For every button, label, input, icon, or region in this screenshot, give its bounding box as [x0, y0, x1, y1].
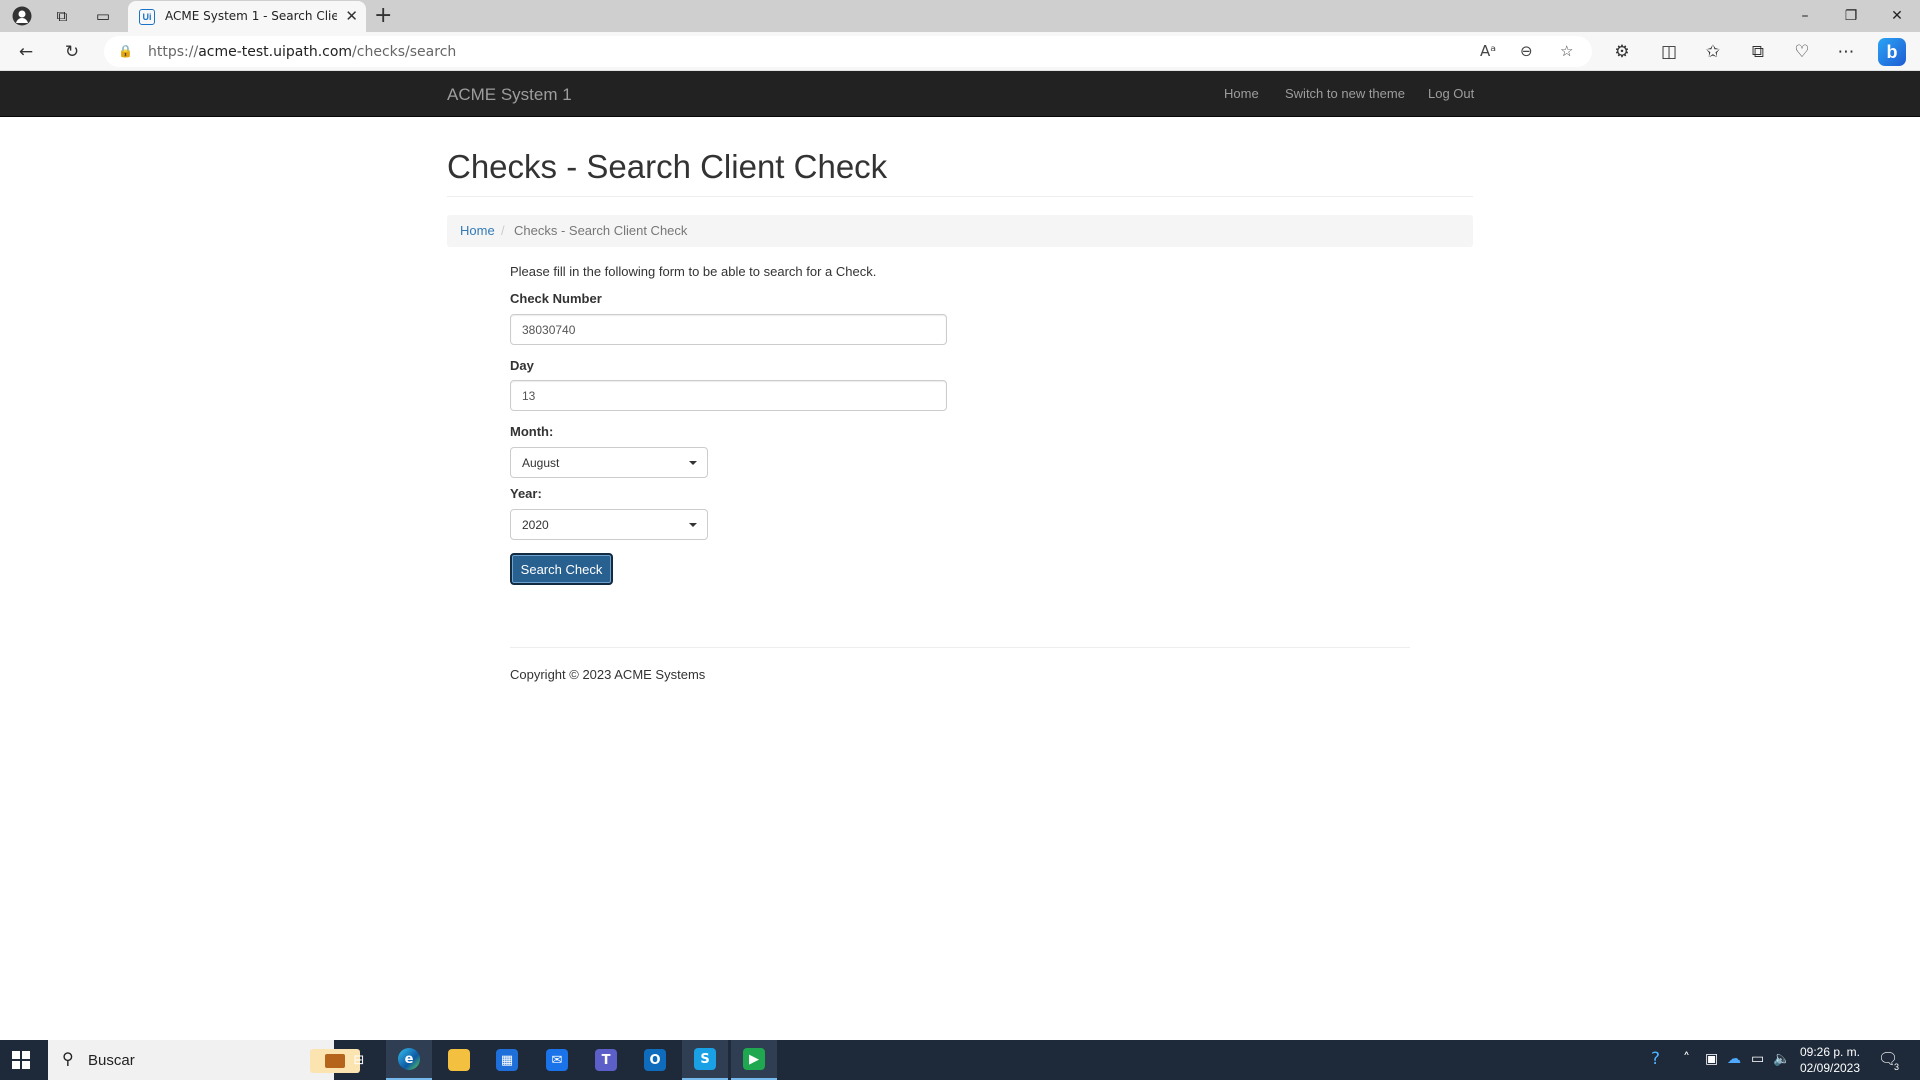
- nav-switch-theme-link[interactable]: Switch to new theme: [1285, 86, 1405, 101]
- tab-actions-icon[interactable]: ▭: [91, 5, 115, 27]
- task-view-icon[interactable]: ⊟: [336, 1040, 382, 1080]
- windows-start-icon[interactable]: [12, 1051, 30, 1069]
- page-title: Checks - Search Client Check: [447, 148, 888, 185]
- browser-essentials-icon[interactable]: ♡: [1790, 40, 1814, 64]
- footer-copyright: Copyright © 2023 ACME Systems: [510, 667, 706, 682]
- browser-tab-strip: ⧉ ▭ Ui ACME System 1 - Search Client Che…: [0, 0, 1920, 32]
- meet-now-icon[interactable]: ▣: [1705, 1051, 1718, 1067]
- profile-icon[interactable]: [10, 5, 34, 27]
- title-divider: [447, 196, 1473, 197]
- volume-icon[interactable]: 🔈: [1773, 1051, 1790, 1067]
- check-number-label: Check Number: [510, 291, 602, 306]
- back-icon[interactable]: ←: [14, 40, 38, 64]
- favorites-icon[interactable]: ✩: [1701, 40, 1725, 64]
- uipath-assistant-icon[interactable]: ▶: [731, 1040, 777, 1080]
- browser-toolbar: ← ↻ 🔒 https://acme-test.uipath.com/check…: [0, 32, 1920, 71]
- breadcrumb-separator: /: [501, 223, 505, 238]
- collections-icon[interactable]: ⧉: [1746, 40, 1770, 64]
- day-label: Day: [510, 358, 534, 373]
- new-tab-icon[interactable]: +: [374, 3, 392, 28]
- browser-tab-active[interactable]: Ui ACME System 1 - Search Client Check ✕: [128, 1, 366, 32]
- file-explorer-icon[interactable]: [436, 1040, 482, 1080]
- lock-icon[interactable]: 🔒: [118, 44, 133, 58]
- taskbar-clock[interactable]: 09:26 p. m. 02/09/2023: [1790, 1044, 1870, 1076]
- month-label: Month:: [510, 424, 554, 439]
- tab-title: ACME System 1 - Search Client Check: [165, 9, 337, 23]
- month-selected-value: August: [522, 456, 560, 470]
- help-icon[interactable]: ?: [1651, 1049, 1660, 1069]
- form-intro-text: Please fill in the following form to be …: [510, 264, 877, 279]
- onedrive-icon[interactable]: ☁: [1727, 1051, 1741, 1067]
- breadcrumb-home-link[interactable]: Home: [460, 223, 495, 238]
- chevron-up-icon[interactable]: ˄: [1683, 1051, 1690, 1067]
- brand-link[interactable]: ACME System 1: [447, 85, 572, 105]
- read-aloud-icon[interactable]: A͏ᵃ: [1480, 42, 1496, 60]
- month-select[interactable]: August: [510, 447, 708, 478]
- uipath-studio-icon[interactable]: S: [682, 1040, 728, 1080]
- more-icon[interactable]: ⋯: [1834, 40, 1858, 64]
- breadcrumb: Home / Checks - Search Client Check: [447, 215, 1473, 247]
- minimize-icon[interactable]: –: [1782, 4, 1828, 28]
- search-check-button[interactable]: Search Check: [510, 553, 613, 585]
- search-icon: ⚲: [62, 1049, 74, 1068]
- taskbar-search-box[interactable]: ⚲ Buscar: [48, 1040, 360, 1080]
- edge-icon[interactable]: e: [386, 1040, 432, 1080]
- bing-icon[interactable]: b: [1878, 38, 1906, 66]
- screen: ⧉ ▭ Ui ACME System 1 - Search Client Che…: [0, 0, 1920, 1080]
- clock-time: 09:26 p. m.: [1799, 1045, 1861, 1059]
- footer-divider: [510, 647, 1410, 648]
- windows-taskbar: ⚲ Buscar ⊟ e ▦ ✉ T O S ▶ ? ˄ ▣ ☁ ▭ 🔈 09:…: [0, 1040, 1920, 1080]
- year-select[interactable]: 2020: [510, 509, 708, 540]
- notification-count: 3: [1894, 1062, 1900, 1072]
- year-label: Year:: [510, 486, 542, 501]
- network-icon[interactable]: ▭: [1751, 1051, 1764, 1067]
- nav-logout-link[interactable]: Log Out: [1428, 86, 1474, 101]
- day-input[interactable]: [510, 380, 947, 411]
- split-screen-icon[interactable]: ◫: [1657, 40, 1681, 64]
- close-window-icon[interactable]: ✕: [1874, 4, 1920, 28]
- workspaces-icon[interactable]: ⧉: [50, 5, 74, 27]
- store-icon[interactable]: ▦: [484, 1040, 530, 1080]
- restore-icon[interactable]: ❐: [1828, 4, 1874, 28]
- favorite-star-icon[interactable]: ☆: [1560, 42, 1573, 60]
- year-selected-value: 2020: [522, 518, 549, 532]
- refresh-icon[interactable]: ↻: [60, 40, 84, 64]
- address-bar[interactable]: 🔒 https://acme-test.uipath.com/checks/se…: [104, 36, 1592, 67]
- taskbar-search-placeholder: Buscar: [88, 1052, 135, 1069]
- mail-icon[interactable]: ✉: [534, 1040, 580, 1080]
- teams-icon[interactable]: T: [583, 1040, 629, 1080]
- clock-date: 02/09/2023: [1799, 1061, 1861, 1075]
- extensions-icon[interactable]: ⚙: [1610, 40, 1634, 64]
- uipath-favicon-icon: Ui: [139, 9, 155, 25]
- close-tab-icon[interactable]: ✕: [345, 7, 358, 25]
- zoom-out-icon[interactable]: ⊖: [1520, 42, 1533, 60]
- url-text[interactable]: https://acme-test.uipath.com/checks/sear…: [148, 44, 456, 60]
- check-number-input[interactable]: [510, 314, 947, 345]
- site-navbar: ACME System 1 Home Switch to new theme L…: [0, 71, 1920, 117]
- outlook-icon[interactable]: O: [632, 1040, 678, 1080]
- caret-down-icon: [689, 523, 697, 527]
- nav-home-link[interactable]: Home: [1224, 86, 1259, 101]
- caret-down-icon: [689, 461, 697, 465]
- breadcrumb-current: Checks - Search Client Check: [514, 223, 688, 238]
